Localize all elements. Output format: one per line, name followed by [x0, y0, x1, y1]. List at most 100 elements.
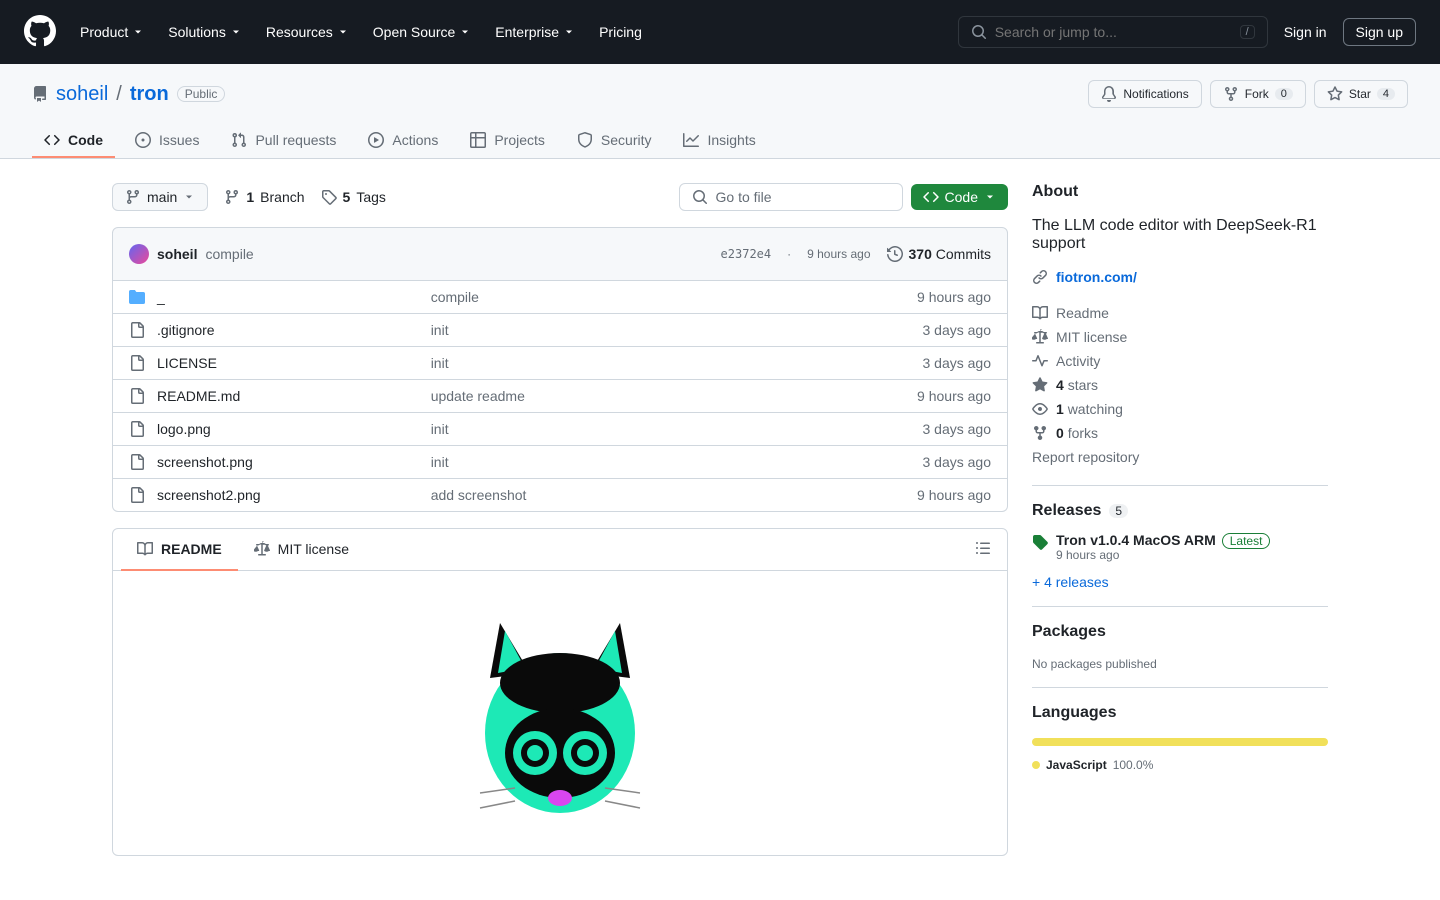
tab-projects[interactable]: Projects	[458, 124, 557, 158]
search-icon	[971, 24, 987, 40]
tab-security[interactable]: Security	[565, 124, 664, 158]
fork-button[interactable]: Fork 0	[1210, 80, 1306, 108]
file-name[interactable]: LICENSE	[129, 355, 431, 371]
branch-selector[interactable]: main	[112, 183, 208, 211]
commit-sha[interactable]: e2372e4	[721, 247, 772, 261]
avatar[interactable]	[129, 244, 149, 264]
file-row: _ compile 9 hours ago	[113, 281, 1007, 313]
no-packages-text: No packages published	[1032, 657, 1328, 671]
releases-heading[interactable]: Releases	[1032, 502, 1101, 520]
commits-link[interactable]: 370 Commits	[887, 246, 991, 262]
activity-link[interactable]: Activity	[1032, 349, 1328, 373]
nav-solutions[interactable]: Solutions	[160, 16, 250, 48]
file-commit-message[interactable]: init	[431, 355, 871, 371]
report-link[interactable]: Report repository	[1032, 445, 1328, 469]
chevron-down-icon	[563, 26, 575, 38]
bell-icon	[1101, 86, 1117, 102]
signin-link[interactable]: Sign in	[1284, 24, 1327, 40]
law-icon	[1032, 329, 1048, 345]
code-button[interactable]: Code	[911, 184, 1008, 210]
readme-link[interactable]: Readme	[1032, 301, 1328, 325]
file-commit-message[interactable]: add screenshot	[431, 487, 871, 503]
license-tab[interactable]: MIT license	[238, 529, 365, 571]
releases-count: 5	[1109, 504, 1128, 518]
commit-author[interactable]: soheil	[157, 246, 197, 262]
search-icon	[692, 189, 708, 205]
stars-link[interactable]: 4 stars	[1032, 373, 1328, 397]
link-icon	[1032, 269, 1048, 285]
book-icon	[1032, 305, 1048, 321]
file-name[interactable]: screenshot2.png	[129, 487, 431, 503]
nav-enterprise[interactable]: Enterprise	[487, 16, 583, 48]
branch-icon	[125, 189, 141, 205]
file-name[interactable]: screenshot.png	[129, 454, 431, 470]
signup-button[interactable]: Sign up	[1343, 18, 1416, 46]
forks-link[interactable]: 0 forks	[1032, 421, 1328, 445]
owner-link[interactable]: soheil	[56, 83, 108, 106]
about-heading: About	[1032, 183, 1328, 201]
readme-tab[interactable]: README	[121, 529, 238, 571]
file-row: README.md update readme 9 hours ago	[113, 379, 1007, 412]
file-icon	[129, 487, 145, 503]
about-description: The LLM code editor with DeepSeek-R1 sup…	[1032, 217, 1328, 253]
file-name[interactable]: _	[129, 289, 431, 305]
chevron-down-icon	[132, 26, 144, 38]
nav-product[interactable]: Product	[72, 16, 152, 48]
release-time: 9 hours ago	[1056, 548, 1270, 562]
latest-release[interactable]: Tron v1.0.4 MacOS ARMLatest 9 hours ago	[1032, 532, 1328, 562]
file-time: 3 days ago	[871, 322, 991, 338]
file-time: 9 hours ago	[871, 289, 991, 305]
tags-link[interactable]: 5Tags	[321, 189, 386, 205]
file-time: 9 hours ago	[871, 487, 991, 503]
nav-opensource[interactable]: Open Source	[365, 16, 480, 48]
github-logo-icon[interactable]	[24, 15, 56, 50]
chevron-down-icon	[230, 26, 242, 38]
star-button[interactable]: Star 4	[1314, 80, 1408, 108]
more-releases-link[interactable]: + 4 releases	[1032, 574, 1328, 590]
file-commit-message[interactable]: compile	[431, 289, 871, 305]
issues-icon	[135, 132, 151, 148]
tab-code[interactable]: Code	[32, 124, 115, 158]
file-name[interactable]: README.md	[129, 388, 431, 404]
file-icon	[129, 388, 145, 404]
file-commit-message[interactable]: init	[431, 322, 871, 338]
history-icon	[887, 246, 903, 262]
nav-resources[interactable]: Resources	[258, 16, 357, 48]
tab-insights[interactable]: Insights	[671, 124, 767, 158]
file-commit-message[interactable]: update readme	[431, 388, 871, 404]
outline-button[interactable]	[967, 532, 999, 567]
file-name[interactable]: .gitignore	[129, 322, 431, 338]
notifications-button[interactable]: Notifications	[1088, 80, 1201, 108]
repo-tabs: Code Issues Pull requests Actions Projec…	[32, 124, 1408, 158]
file-commit-message[interactable]: init	[431, 421, 871, 437]
readme-box: README MIT license	[112, 528, 1008, 856]
logo-image	[460, 603, 660, 823]
website-link[interactable]: fiotron.com/	[1056, 269, 1137, 285]
nav-pricing[interactable]: Pricing	[591, 16, 650, 48]
header-nav: Product Solutions Resources Open Source …	[72, 16, 650, 48]
packages-heading[interactable]: Packages	[1032, 623, 1328, 641]
chevron-down-icon	[183, 191, 195, 203]
global-header: Product Solutions Resources Open Source …	[0, 0, 1440, 64]
goto-file-input[interactable]: Go to file	[679, 183, 903, 211]
watching-link[interactable]: 1 watching	[1032, 397, 1328, 421]
book-icon	[137, 541, 153, 557]
play-icon	[368, 132, 384, 148]
tab-issues[interactable]: Issues	[123, 124, 211, 158]
eye-icon	[1032, 401, 1048, 417]
search-input[interactable]: /	[958, 16, 1268, 48]
commit-message[interactable]: compile	[205, 246, 253, 262]
license-link[interactable]: MIT license	[1032, 325, 1328, 349]
tab-pullrequests[interactable]: Pull requests	[219, 124, 348, 158]
file-commit-message[interactable]: init	[431, 454, 871, 470]
tab-actions[interactable]: Actions	[356, 124, 450, 158]
language-dot	[1032, 761, 1040, 769]
branches-link[interactable]: 1Branch	[224, 189, 304, 205]
visibility-badge: Public	[177, 86, 226, 102]
file-list: _ compile 9 hours ago .gitignore init 3 …	[112, 281, 1008, 512]
language-item[interactable]: JavaScript 100.0%	[1032, 758, 1328, 772]
file-icon	[129, 355, 145, 371]
graph-icon	[683, 132, 699, 148]
file-name[interactable]: logo.png	[129, 421, 431, 437]
repo-link[interactable]: tron	[130, 83, 169, 106]
